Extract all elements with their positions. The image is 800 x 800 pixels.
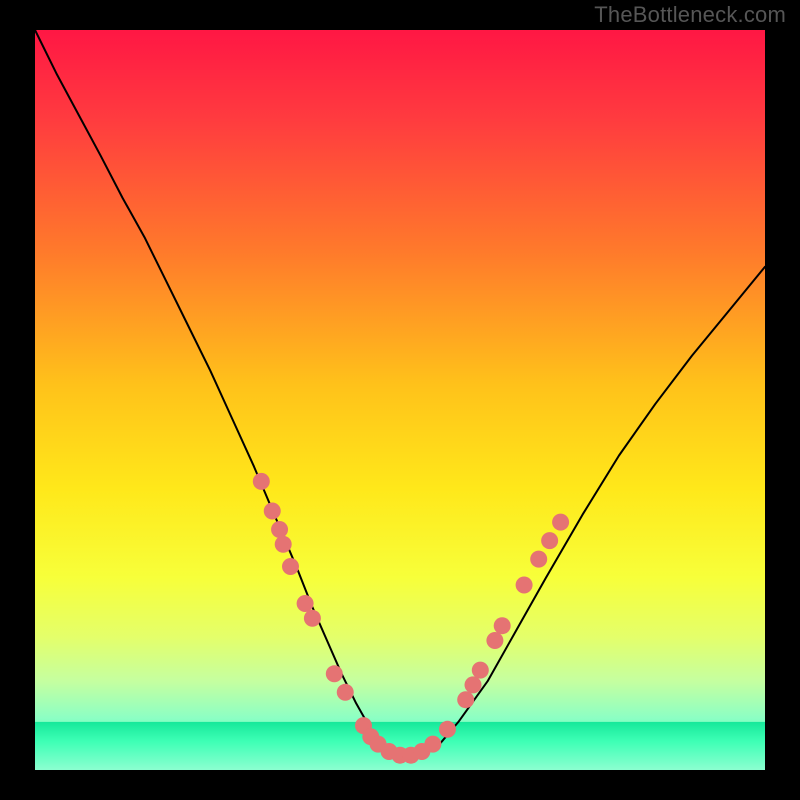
chart-frame: { "watermark": "TheBottleneck.com", "cha… [0,0,800,800]
bottleneck-chart [0,0,800,800]
curve-marker [271,521,288,538]
curve-marker [541,532,558,549]
curve-marker [282,558,299,575]
curve-marker [297,595,314,612]
curve-marker [253,473,270,490]
curve-marker [465,676,482,693]
curve-marker [472,662,489,679]
curve-marker [424,736,441,753]
watermark-text: TheBottleneck.com [594,2,786,28]
curve-marker [494,617,511,634]
curve-marker [530,551,547,568]
curve-marker [457,691,474,708]
curve-marker [304,610,321,627]
curve-marker [516,577,533,594]
curve-marker [264,503,281,520]
plot-background [35,30,765,770]
curve-marker [486,632,503,649]
curve-marker [326,665,343,682]
curve-marker [275,536,292,553]
curve-marker [337,684,354,701]
curve-marker [439,721,456,738]
curve-marker [552,514,569,531]
